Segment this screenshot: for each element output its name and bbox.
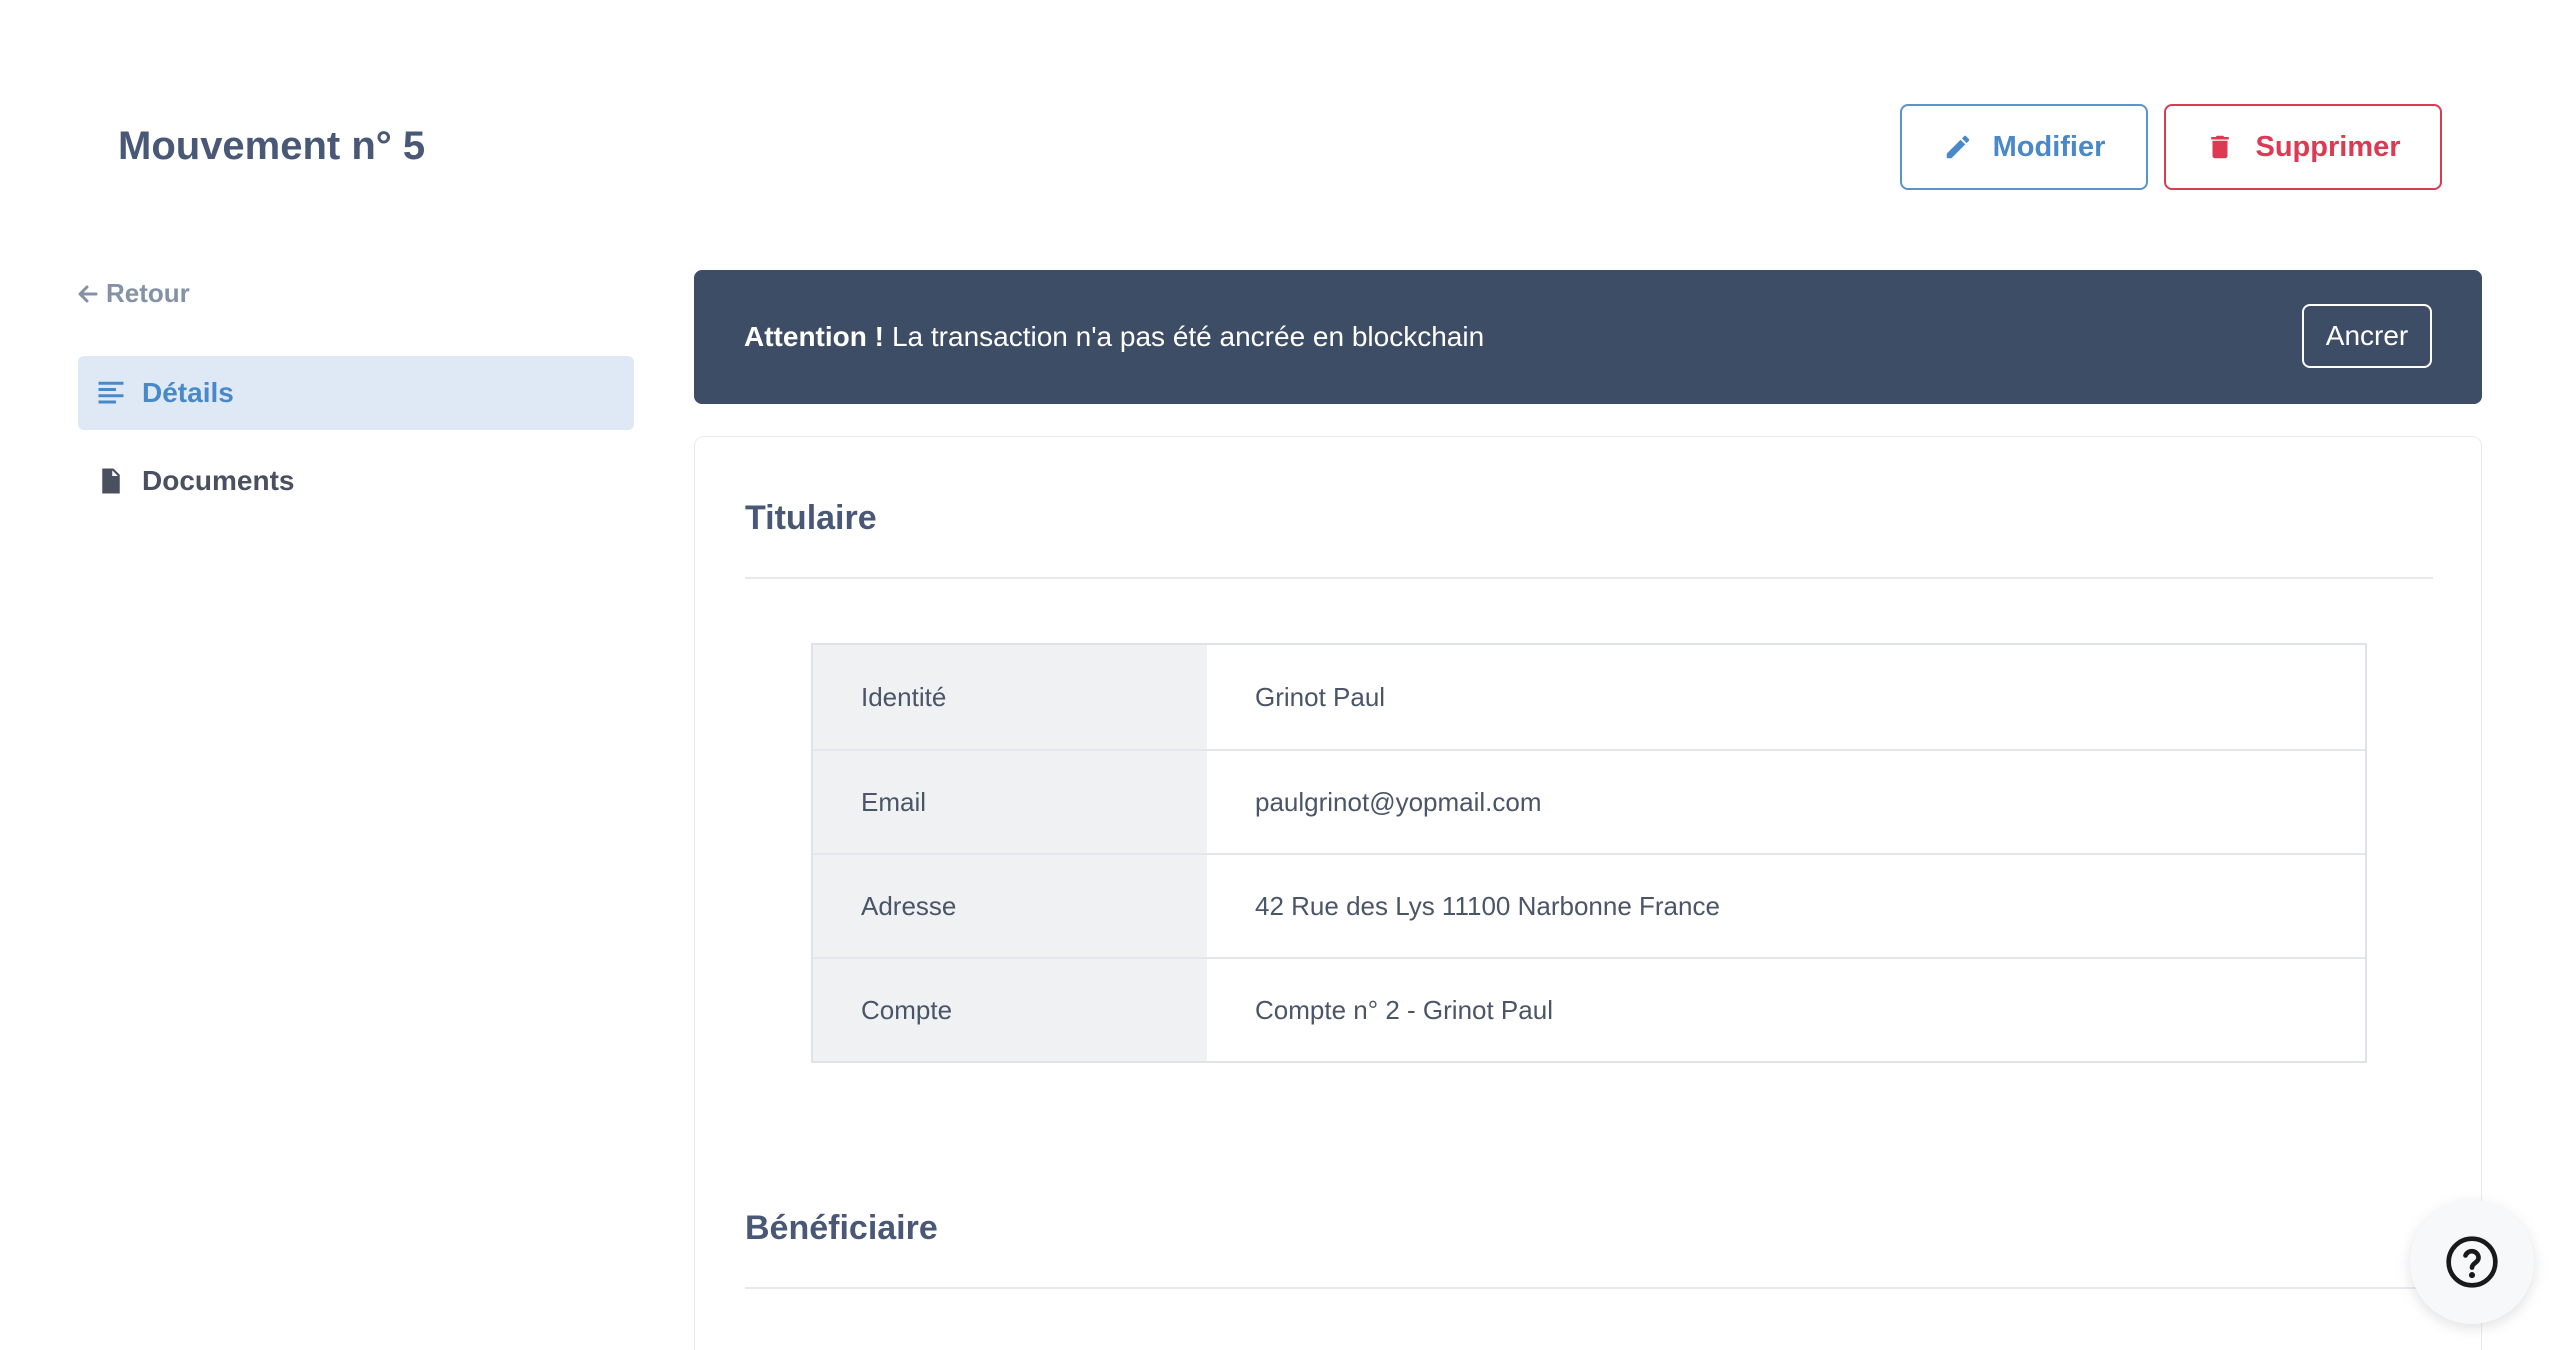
alert-message: La transaction n'a pas été ancrée en blo… — [891, 321, 1485, 352]
pencil-icon — [1943, 132, 1973, 162]
table-row: Email paulgrinot@yopmail.com — [813, 749, 2365, 853]
row-label: Identité — [813, 645, 1207, 749]
question-circle-icon — [2446, 1236, 2498, 1288]
edit-button-label: Modifier — [1992, 130, 2106, 163]
table-row: Adresse 42 Rue des Lys 11100 Narbonne Fr… — [813, 853, 2365, 957]
row-value: paulgrinot@yopmail.com — [1207, 751, 2365, 853]
row-value: Compte n° 2 - Grinot Paul — [1207, 959, 2365, 1061]
back-link[interactable]: Retour — [76, 278, 190, 309]
anchor-button[interactable]: Ancrer — [2302, 304, 2432, 368]
sidebar-item-label: Documents — [142, 465, 295, 496]
sidebar-item-label: Détails — [142, 377, 234, 408]
help-button[interactable] — [2410, 1200, 2534, 1324]
trash-icon — [2205, 132, 2235, 162]
align-left-icon — [96, 378, 126, 408]
row-label: Email — [813, 751, 1207, 853]
row-label: Adresse — [813, 855, 1207, 957]
row-label: Compte — [813, 959, 1207, 1061]
titulaire-table: Identité Grinot Paul Email paulgrinot@yo… — [811, 643, 2367, 1063]
table-row: Compte Compte n° 2 - Grinot Paul — [813, 957, 2365, 1061]
delete-button-label: Supprimer — [2255, 130, 2401, 163]
row-value: Grinot Paul — [1207, 645, 2365, 749]
table-row: Identité Grinot Paul — [813, 645, 2365, 749]
arrow-left-icon — [78, 285, 98, 302]
row-value: 42 Rue des Lys 11100 Narbonne France — [1207, 855, 2365, 957]
divider — [745, 1287, 2433, 1289]
edit-button[interactable]: Modifier — [1900, 104, 2148, 190]
delete-button[interactable]: Supprimer — [2164, 104, 2442, 190]
sidebar-item-documents[interactable]: Documents — [78, 444, 634, 518]
blockchain-alert: Attention ! La transaction n'a pas été a… — [694, 270, 2482, 404]
file-icon — [96, 466, 126, 496]
back-link-label: Retour — [106, 278, 190, 308]
alert-strong: Attention ! — [744, 321, 884, 352]
page: Mouvement n° 5 Modifier Supprimer Retour… — [0, 0, 2560, 1350]
divider — [745, 577, 2433, 579]
page-title: Mouvement n° 5 — [118, 124, 426, 168]
sidebar-item-details[interactable]: Détails — [78, 356, 634, 430]
section-title-beneficiaire: Bénéficiaire — [745, 1209, 938, 1247]
section-title-titulaire: Titulaire — [745, 499, 877, 537]
details-card: Titulaire Identité Grinot Paul Email pau… — [694, 436, 2482, 1350]
